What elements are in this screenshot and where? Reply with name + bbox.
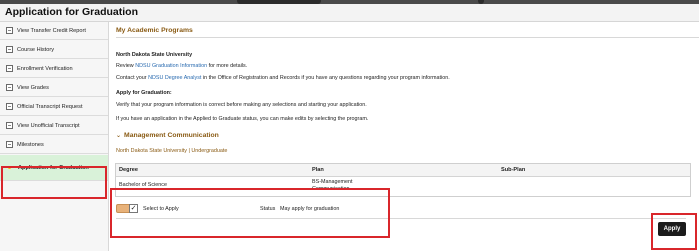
applied-status-text: If you have an application in the Applie…	[116, 116, 369, 122]
sidebar-item-label: View Unofficial Transcript	[17, 122, 80, 129]
review-line: Review NDSU Graduation Information for m…	[116, 63, 247, 69]
column-header-plan: Plan	[312, 167, 324, 173]
degree-analyst-link[interactable]: NDSU Degree Analyst	[148, 75, 201, 81]
milestone-icon	[6, 141, 13, 148]
program-name: Management Communication	[124, 132, 219, 139]
program-header[interactable]: ⌄ Management Communication	[116, 132, 219, 139]
contact-suffix: in the Office of Registration and Record…	[201, 75, 450, 81]
sidebar-item-view-grades[interactable]: View Grades	[0, 79, 108, 97]
contact-prefix: Contact your	[116, 75, 149, 81]
chevron-down-icon[interactable]: ⌄	[116, 133, 121, 139]
sidebar-item-unofficial-transcript[interactable]: View Unofficial Transcript	[0, 117, 108, 135]
grades-icon	[6, 84, 13, 91]
column-header-degree: Degree	[119, 167, 138, 173]
sidebar-item-label: View Transfer Credit Report	[17, 27, 86, 34]
sidebar-item-label: Milestones	[17, 141, 44, 148]
sidebar-item-label: Official Transcript Request	[17, 103, 83, 110]
sidebar-item-label: View Grades	[17, 84, 49, 91]
page-title: Application for Graduation	[5, 6, 138, 18]
document-icon	[6, 103, 13, 110]
divider	[116, 37, 699, 38]
review-suffix: for more details.	[207, 63, 248, 69]
apply-button[interactable]: Apply	[658, 222, 686, 236]
program-subtitle: North Dakota State University | Undergra…	[116, 148, 228, 154]
main-content: My Academic Programs North Dakota State …	[110, 22, 699, 251]
table-header-row	[116, 164, 690, 177]
apply-heading: Apply for Graduation:	[116, 90, 172, 96]
cell-plan-line1: BS-Management	[312, 179, 353, 185]
report-icon	[6, 27, 13, 34]
sidebar-item-enrollment-verification[interactable]: Enrollment Verification	[0, 60, 108, 78]
sidebar-item-label: Enrollment Verification	[17, 65, 73, 72]
document-icon	[6, 122, 13, 129]
section-title: My Academic Programs	[116, 27, 193, 34]
document-icon	[6, 46, 13, 53]
document-icon	[6, 65, 13, 72]
contact-line: Contact your NDSU Degree Analyst in the …	[116, 75, 450, 81]
column-header-subplan: Sub-Plan	[501, 167, 526, 173]
verify-text: Verify that your program information is …	[116, 102, 367, 108]
sidebar-item-transfer-credit[interactable]: View Transfer Credit Report	[0, 22, 108, 40]
graduation-info-link[interactable]: NDSU Graduation Information	[135, 63, 207, 69]
sidebar-item-label: Course History	[17, 46, 54, 53]
sidebar-item-course-history[interactable]: Course History	[0, 41, 108, 59]
review-prefix: Review	[116, 63, 136, 69]
highlight-box-select	[110, 188, 390, 238]
sidebar-item-milestones[interactable]: Milestones	[0, 136, 108, 154]
sidebar-item-official-transcript[interactable]: Official Transcript Request	[0, 98, 108, 116]
title-bar: Application for Graduation	[0, 4, 699, 22]
sidebar: View Transfer Credit Report Course Histo…	[0, 22, 109, 251]
highlight-box-sidebar	[1, 166, 107, 199]
institution-name: North Dakota State University	[116, 52, 193, 58]
